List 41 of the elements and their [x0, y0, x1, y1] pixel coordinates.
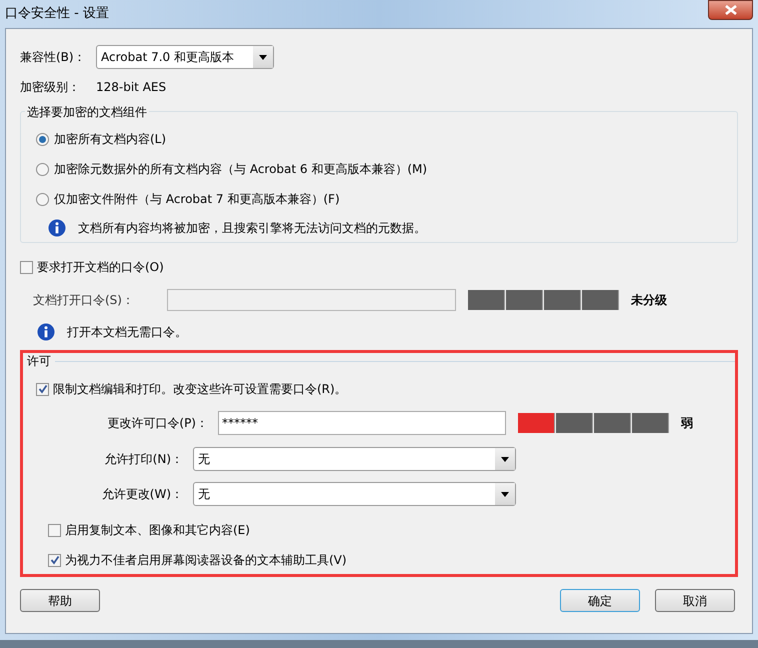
- checkbox-label: 限制文档编辑和打印。改变这些许可设置需要口令(R)。: [53, 381, 347, 398]
- compatibility-dropdown[interactable]: Acrobat 7.0 和更高版本: [96, 45, 274, 69]
- caret-icon: [501, 456, 509, 462]
- close-icon: [724, 5, 736, 15]
- info-text: 打开本文档无需口令。: [67, 324, 187, 341]
- field-label: 更改许可口令(P)：: [106, 415, 209, 432]
- checkbox-label: 为视力不佳者启用屏幕阅读器设备的文本辅助工具(V): [65, 552, 347, 569]
- help-button[interactable]: 帮助: [20, 589, 100, 612]
- radio-button[interactable]: [36, 132, 49, 146]
- group-title: 选择要加密的文档组件: [25, 103, 149, 121]
- radio-button[interactable]: [36, 162, 49, 176]
- cancel-button[interactable]: 取消: [655, 589, 735, 612]
- window-title: 口令安全性 - 设置: [5, 5, 109, 24]
- radio-label: 仅加密文件附件（与 Acrobat 7 和更高版本兼容）(F): [54, 191, 340, 208]
- checkbox[interactable]: [36, 382, 49, 396]
- group-title: 许可: [26, 353, 52, 370]
- ok-button[interactable]: 确定: [560, 589, 640, 612]
- caret-icon: [501, 492, 509, 496]
- radio-label: 加密所有文档内容(L): [54, 131, 166, 148]
- field-label: 允许打印(N)：: [104, 451, 184, 468]
- info-icon: [48, 219, 66, 237]
- info-text: 文档所有内容均将被加密，且搜索引擎将无法访问文档的元数据。: [78, 220, 426, 237]
- radio-label: 加密除元数据外的所有文档内容（与 Acrobat 6 和更高版本兼容）(M): [54, 161, 428, 178]
- checkbox[interactable]: [48, 554, 61, 566]
- strength-label: 未分级: [631, 292, 667, 309]
- field-label: 文档打开口令(S)：: [33, 292, 135, 309]
- checkbox-label: 启用复制文本、图像和其它内容(E): [65, 522, 250, 539]
- close-button[interactable]: [708, 0, 753, 20]
- info-icon: [37, 323, 55, 341]
- encryption-value: 128-bit AES: [96, 79, 166, 96]
- field-label: 允许更改(W)：: [100, 486, 184, 503]
- radio-button[interactable]: [36, 192, 49, 206]
- strength-label: 弱: [681, 415, 693, 432]
- printing-dropdown[interactable]: 无: [193, 447, 516, 471]
- password-field[interactable]: ******: [218, 411, 506, 435]
- caret-icon: [259, 54, 267, 60]
- changes-dropdown[interactable]: 无: [193, 482, 516, 506]
- checkbox[interactable]: [48, 524, 61, 536]
- checkbox-label: 要求打开文档的口令(O): [37, 259, 164, 276]
- field-label: 兼容性(B)：: [20, 49, 87, 66]
- field-label: 加密级别：: [20, 79, 81, 96]
